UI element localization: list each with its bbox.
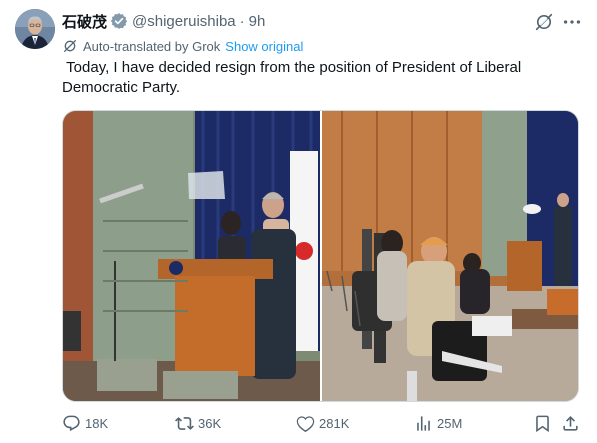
more-icon[interactable] [561, 11, 583, 33]
handle[interactable]: @shigeruishiba [132, 13, 236, 30]
bookmark-icon [536, 415, 549, 432]
separator-dot: · [239, 12, 245, 30]
tweet-text: Today, I have decided resign from the po… [62, 59, 526, 96]
share-button[interactable] [561, 412, 584, 434]
repost-icon [175, 416, 194, 430]
tweet-header: 石破茂 @shigeruishiba · 9h [62, 11, 265, 31]
verified-badge-icon [110, 12, 128, 30]
media-grid [62, 110, 579, 402]
repost-count: 36K [198, 415, 222, 431]
timestamp[interactable]: 9h [249, 13, 266, 30]
grok-icon[interactable] [533, 11, 555, 33]
translation-label: Auto-translated by Grok [83, 38, 221, 54]
share-icon [563, 415, 578, 431]
avatar[interactable] [15, 9, 55, 49]
action-bar: 18K 36K 281K 25M [62, 412, 582, 434]
translate-icon [62, 38, 78, 54]
photo-press-room[interactable] [321, 111, 578, 401]
tweet: 石破茂 @shigeruishiba · 9h Auto-translated … [0, 0, 597, 443]
like-icon [296, 415, 315, 432]
translation-row: Auto-translated by Grok Show original [62, 37, 303, 55]
reply-button[interactable]: 18K [62, 412, 108, 434]
bookmark-button[interactable] [533, 412, 556, 434]
like-count: 281K [319, 415, 350, 431]
display-name[interactable]: 石破茂 [62, 11, 107, 32]
views-icon [417, 415, 430, 431]
reply-icon [63, 415, 80, 431]
reply-count: 18K [85, 415, 109, 431]
views-button[interactable]: 25M [414, 412, 462, 434]
views-count: 25M [437, 415, 463, 431]
show-original-link[interactable]: Show original [225, 39, 303, 54]
like-button[interactable]: 281K [296, 412, 349, 434]
repost-button[interactable]: 36K [175, 412, 221, 434]
photo-podium[interactable] [63, 111, 320, 401]
